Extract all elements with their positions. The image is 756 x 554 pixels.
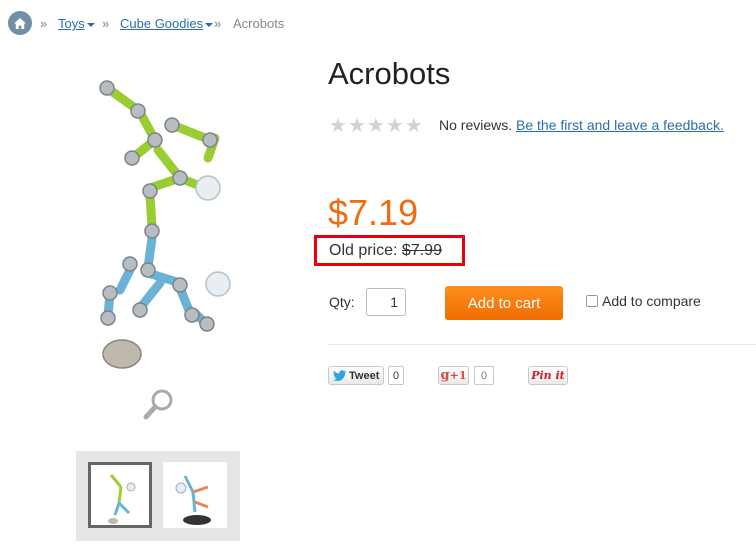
pinit-button[interactable]: Pin it (528, 366, 568, 385)
old-price-value: $7.99 (401, 242, 442, 259)
compare-label[interactable]: Add to compare (602, 293, 701, 309)
star-icon[interactable]: ★ (386, 115, 404, 135)
add-to-cart-button[interactable]: Add to cart (445, 286, 563, 320)
twitter-bird-icon (333, 370, 347, 381)
star-icon[interactable]: ★ (348, 115, 366, 135)
rating-stars[interactable]: ★ ★ ★ ★ ★ (329, 115, 423, 135)
star-icon[interactable]: ★ (329, 115, 347, 135)
thumbnail-2[interactable] (163, 462, 227, 528)
gplus-button[interactable]: g +1 (438, 366, 469, 385)
chevron-down-icon (205, 22, 214, 27)
feedback-link[interactable]: Be the first and leave a feedback. (516, 117, 724, 133)
breadcrumb-label[interactable]: Toys (58, 16, 85, 31)
qty-label: Qty: (329, 294, 355, 310)
home-icon[interactable] (8, 11, 32, 35)
breadcrumb-label[interactable]: Cube Goodies (120, 16, 203, 31)
zoom-icon[interactable] (143, 387, 177, 421)
breadcrumb-separator: » (102, 16, 110, 31)
gplus-icon: g (440, 368, 450, 383)
gplus-label[interactable]: +1 (450, 369, 467, 382)
thumbnail-1[interactable] (88, 462, 152, 528)
current-price: $7.19 (328, 192, 419, 233)
tweet-count: 0 (388, 366, 404, 385)
breadcrumb-separator: » (40, 16, 48, 31)
compare-checkbox[interactable] (586, 295, 598, 307)
add-to-compare[interactable]: Add to compare (586, 293, 701, 309)
tweet-button[interactable]: Tweet (328, 366, 384, 385)
qty-input[interactable]: 1 (366, 288, 406, 316)
breadcrumb-separator: » (214, 16, 222, 31)
gplus-count: 0 (474, 366, 494, 385)
reviews-summary: No reviews. Be the first and leave a fee… (439, 117, 724, 133)
tweet-label[interactable]: Tweet (349, 370, 379, 382)
breadcrumb-item-toys[interactable]: Toys (58, 16, 95, 31)
old-price: Old price: $7.99 (329, 242, 442, 260)
breadcrumb-item-cube-goodies[interactable]: Cube Goodies (120, 16, 214, 31)
star-icon[interactable]: ★ (405, 115, 423, 135)
chevron-down-icon (86, 22, 95, 27)
old-price-label: Old price: (329, 242, 398, 259)
no-reviews-text: No reviews. (439, 117, 513, 133)
breadcrumb-item-current: Acrobots (233, 16, 285, 31)
product-image[interactable] (80, 78, 250, 378)
product-title: Acrobots (328, 56, 451, 91)
star-icon[interactable]: ★ (367, 115, 385, 135)
divider (328, 344, 756, 345)
